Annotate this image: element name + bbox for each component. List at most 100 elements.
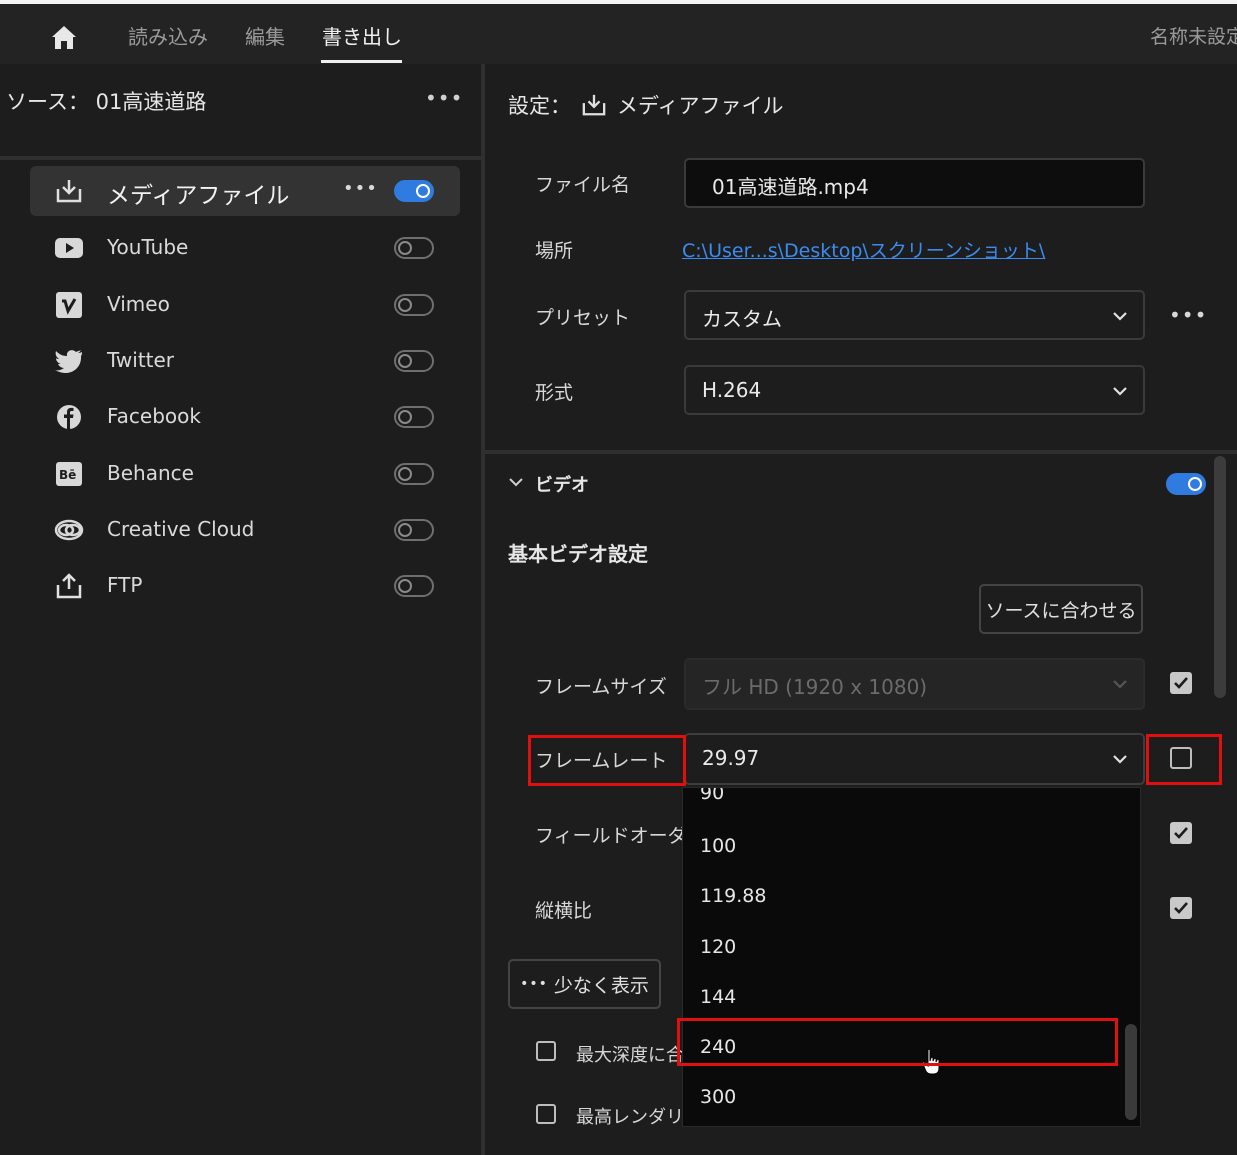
frame-rate-option[interactable]: 300: [700, 1086, 736, 1108]
destination-creative-cloud[interactable]: Creative Cloud: [30, 505, 460, 555]
destination-facebook[interactable]: Facebook: [30, 392, 460, 442]
destination-media-file[interactable]: メディアファイル •••: [30, 166, 460, 216]
more-options-button[interactable]: •••: [343, 178, 378, 199]
dropdown-scrollbar[interactable]: [1125, 1024, 1137, 1120]
location-link[interactable]: C:\User...s\Desktop\スクリーンショット\: [682, 236, 1045, 263]
upload-icon: [54, 572, 84, 600]
preset-value: カスタム: [702, 307, 782, 331]
toggle-knob: [1188, 477, 1202, 491]
destination-toggle[interactable]: [394, 294, 434, 316]
destination-toggle[interactable]: [394, 180, 434, 202]
destination-vimeo[interactable]: Vimeo: [30, 280, 460, 330]
destination-toggle[interactable]: [394, 519, 434, 541]
max-render-checkbox[interactable]: [536, 1104, 556, 1124]
video-toggle[interactable]: [1166, 473, 1206, 495]
field-order-match-checkbox[interactable]: [1170, 822, 1192, 844]
field-order-label: フィールドオーダー: [535, 825, 706, 847]
toggle-knob: [398, 298, 412, 312]
frame-rate-option[interactable]: 100: [700, 835, 736, 857]
source-label: ソース：: [6, 90, 89, 114]
chevron-down-icon: [1113, 680, 1127, 689]
project-title: 名称未設定: [1150, 26, 1237, 48]
destination-toggle[interactable]: [394, 350, 434, 372]
source-more-button[interactable]: •••: [425, 86, 463, 110]
settings-title-prefix: 設定：: [508, 94, 571, 118]
match-source-button[interactable]: ソースに合わせる: [979, 584, 1143, 634]
settings-scrollbar[interactable]: [1214, 456, 1226, 698]
destinations-panel: ソース： 01高速道路 ••• メディアファイル ••• YouTube Vim…: [0, 64, 481, 1155]
toggle-knob: [416, 184, 430, 198]
tab-export[interactable]: 書き出し: [322, 21, 402, 50]
checkmark-icon: [1174, 677, 1188, 689]
destination-toggle[interactable]: [394, 463, 434, 485]
basic-video-settings-heading: 基本ビデオ設定: [508, 542, 648, 566]
chevron-down-icon: [1113, 387, 1127, 396]
top-bar: 読み込み 編集 書き出し 名称未設定: [0, 0, 1237, 64]
destination-toggle[interactable]: [394, 237, 434, 259]
highlight-frame-rate-label: [528, 735, 686, 786]
download-icon: [54, 177, 84, 205]
chevron-down-icon[interactable]: [508, 474, 524, 490]
chevron-down-icon: [1113, 312, 1127, 321]
home-icon[interactable]: [49, 22, 79, 52]
highlight-option-240: [677, 1018, 1118, 1066]
destination-twitter[interactable]: Twitter: [30, 336, 460, 386]
destination-label: FTP: [107, 573, 143, 597]
toggle-knob: [398, 410, 412, 424]
vimeo-icon: [54, 291, 84, 319]
format-select[interactable]: H.264: [684, 365, 1145, 415]
destination-label: Creative Cloud: [107, 517, 255, 541]
destination-ftp[interactable]: FTP: [30, 561, 460, 611]
frame-rate-option[interactable]: 144: [700, 986, 736, 1008]
filename-value: 01高速道路.mp4: [712, 175, 869, 199]
destination-label: Twitter: [107, 348, 175, 372]
divider: [0, 156, 481, 160]
destination-label: Behance: [107, 461, 194, 485]
toggle-knob: [398, 354, 412, 368]
frame-rate-dropdown[interactable]: 90 100 119.88 120 144 240 300: [682, 787, 1141, 1127]
video-section-label[interactable]: ビデオ: [535, 471, 589, 497]
show-less-label: 少なく表示: [553, 974, 649, 997]
aspect-ratio-match-checkbox[interactable]: [1170, 897, 1192, 919]
facebook-icon: [54, 403, 84, 431]
destination-label: Vimeo: [107, 292, 170, 316]
destination-behance[interactable]: Bē Behance: [30, 449, 460, 499]
source-name: 01高速道路: [95, 90, 207, 114]
frame-size-label: フレームサイズ: [535, 676, 667, 698]
toggle-knob: [398, 467, 412, 481]
max-depth-checkbox[interactable]: [536, 1041, 556, 1061]
aspect-ratio-label: 縦横比: [535, 900, 593, 922]
source-header: ソース： 01高速道路: [6, 86, 206, 116]
destination-toggle[interactable]: [394, 406, 434, 428]
destination-label: メディアファイル: [107, 183, 290, 209]
tab-edit[interactable]: 編集: [245, 21, 285, 50]
show-less-button[interactable]: ••• 少なく表示: [508, 959, 661, 1009]
destination-youtube[interactable]: YouTube: [30, 223, 460, 273]
creative-cloud-icon: [54, 516, 84, 544]
frame-rate-option[interactable]: 119.88: [700, 885, 766, 907]
preset-select[interactable]: カスタム: [684, 290, 1145, 340]
behance-icon: Bē: [54, 460, 84, 488]
destination-toggle[interactable]: [394, 575, 434, 597]
max-depth-label: 最大深度に合: [576, 1045, 684, 1066]
settings-title-text: メディアファイル: [617, 94, 784, 118]
destination-label: Facebook: [107, 404, 201, 428]
preset-more-button[interactable]: •••: [1169, 303, 1207, 327]
toggle-knob: [398, 523, 412, 537]
tab-import[interactable]: 読み込み: [128, 21, 208, 50]
frame-rate-select[interactable]: 29.97: [684, 733, 1145, 785]
destination-label: YouTube: [107, 235, 189, 259]
settings-title: 設定： メディアファイル: [508, 90, 784, 120]
toggle-knob: [398, 579, 412, 593]
frame-rate-option[interactable]: 120: [700, 936, 736, 958]
filename-label: ファイル名: [535, 174, 631, 196]
format-label: 形式: [535, 382, 574, 404]
frame-size-select: フル HD (1920 x 1080): [684, 658, 1145, 710]
filename-field[interactable]: 01高速道路.mp4: [684, 158, 1145, 208]
toggle-knob: [398, 241, 412, 255]
section-divider: [485, 450, 1237, 454]
frame-rate-option[interactable]: 90: [700, 788, 724, 804]
frame-size-match-checkbox[interactable]: [1170, 672, 1192, 694]
active-tab-indicator: [321, 60, 402, 63]
svg-text:Bē: Bē: [59, 468, 76, 482]
